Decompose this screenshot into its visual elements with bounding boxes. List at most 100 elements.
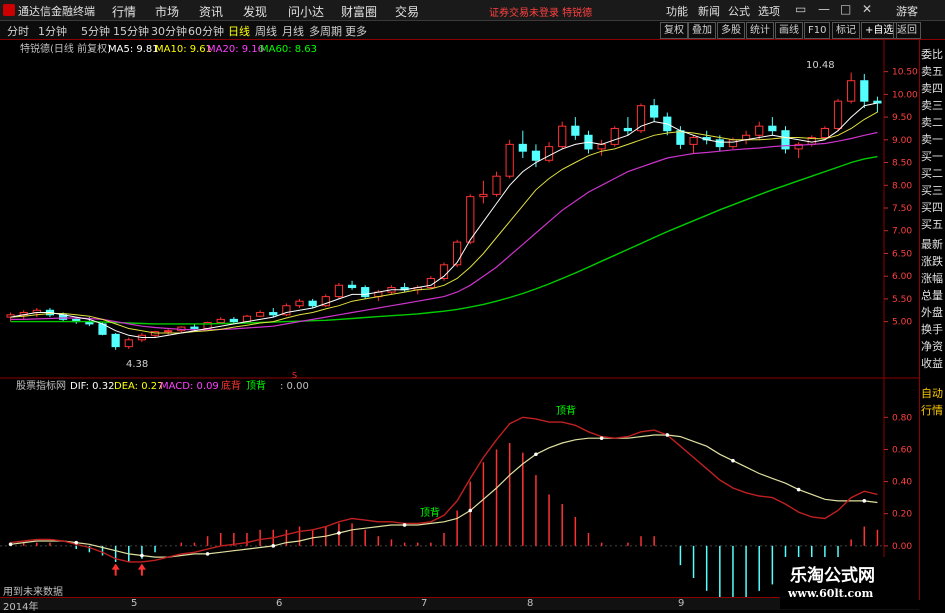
- side-change[interactable]: 涨跌: [921, 253, 945, 270]
- side-auto[interactable]: 自动: [921, 385, 945, 402]
- candle: [505, 143, 514, 177]
- candle: [544, 146, 554, 161]
- overlay-button[interactable]: 叠加: [688, 22, 716, 39]
- side-quotes[interactable]: 行情: [921, 402, 945, 419]
- candle: [216, 318, 225, 324]
- menu-quotes[interactable]: 行情: [112, 3, 136, 20]
- top-divergence-label: 顶背: [246, 379, 266, 392]
- candle: [229, 318, 238, 323]
- draw-button[interactable]: 画线: [775, 22, 803, 39]
- close-icon[interactable]: ✕: [862, 2, 872, 16]
- price-tick-label: 5.00: [892, 318, 912, 328]
- mark-button[interactable]: 标记: [832, 22, 860, 39]
- candle: [479, 193, 488, 198]
- menu-formula[interactable]: 公式: [728, 3, 750, 19]
- side-sell4[interactable]: 卖四: [921, 80, 945, 97]
- tab-intraday[interactable]: 分时: [7, 23, 29, 39]
- date-label-jul: 7: [421, 598, 428, 609]
- candle: [558, 125, 567, 148]
- tab-daily[interactable]: 日线: [228, 23, 250, 39]
- price-tick-label: 8.00: [892, 181, 912, 191]
- login-notice: 证券交易未登录 特锐德: [489, 8, 593, 19]
- stats-button[interactable]: 统计: [746, 22, 774, 39]
- stock-title: 特锐德(日线 前复权): [20, 42, 111, 55]
- watermark-url: www.60lt.com: [788, 587, 874, 600]
- side-buy4[interactable]: 买四: [921, 199, 945, 216]
- candle: [334, 284, 344, 298]
- side-buy2[interactable]: 买二: [921, 165, 945, 182]
- maximize-icon[interactable]: □: [840, 2, 851, 16]
- side-sell3[interactable]: 卖三: [921, 97, 945, 114]
- dea-dot: [140, 553, 144, 558]
- dea-dot: [665, 433, 670, 437]
- buy-arrow-icon: [137, 563, 146, 576]
- date-label-aug: 8: [527, 598, 534, 609]
- multi-stock-button[interactable]: 多股: [717, 22, 745, 39]
- tab-60min[interactable]: 60分钟: [188, 23, 224, 39]
- menu-discover[interactable]: 发现: [243, 3, 267, 20]
- dea-dot: [468, 508, 473, 513]
- future-data-note: 用到未来数据: [3, 587, 63, 598]
- tab-30min[interactable]: 30分钟: [151, 23, 187, 39]
- minimize-icon[interactable]: —: [818, 2, 830, 16]
- window-menu-icon[interactable]: ▭: [795, 2, 806, 16]
- candle: [531, 150, 541, 161]
- menu-trade[interactable]: 交易: [395, 3, 419, 20]
- date-label-may: 5: [131, 598, 138, 609]
- tab-multi-period[interactable]: 多周期: [309, 23, 342, 39]
- watermark: 乐淘公式网 www.60lt.com: [780, 557, 919, 609]
- menu-market[interactable]: 市场: [155, 3, 179, 20]
- candle: [650, 105, 659, 118]
- candle: [124, 339, 133, 348]
- side-net-assets[interactable]: 净资: [921, 338, 945, 355]
- tab-more[interactable]: 更多: [345, 23, 367, 39]
- period-toolbar: 分时 1分钟 5分钟 15分钟 30分钟 60分钟 日线 周线 月线 多周期 更…: [0, 21, 945, 40]
- tab-15min[interactable]: 15分钟: [113, 23, 149, 39]
- ma20-label: MA20: 9.16: [207, 44, 264, 55]
- side-buy3[interactable]: 买三: [921, 182, 945, 199]
- candle: [164, 330, 173, 333]
- watermark-title: 乐淘公式网: [790, 566, 875, 586]
- menu-functions[interactable]: 功能: [666, 3, 688, 19]
- side-latest[interactable]: 最新: [921, 236, 945, 253]
- side-sell2[interactable]: 卖二: [921, 114, 945, 131]
- macd-tick-label: 0.80: [892, 413, 912, 423]
- menu-newsfeed[interactable]: 新闻: [698, 3, 720, 19]
- side-sell1[interactable]: 卖一: [921, 131, 945, 148]
- side-weibi[interactable]: 委比: [921, 46, 945, 63]
- tab-weekly[interactable]: 周线: [255, 23, 277, 39]
- price-tick-label: 9.50: [892, 113, 912, 123]
- side-turnover[interactable]: 换手: [921, 321, 945, 338]
- ma10-label: MA10: 9.61: [155, 44, 212, 55]
- price-tick-label: 10.00: [892, 90, 918, 100]
- candle: [820, 127, 830, 139]
- side-earnings[interactable]: 收益: [921, 355, 945, 372]
- ma20-line: [10, 131, 878, 331]
- app-logo-icon: [3, 4, 15, 16]
- add-watchlist-button[interactable]: +自选: [861, 22, 898, 39]
- candle: [689, 137, 698, 145]
- tab-1min[interactable]: 1分钟: [38, 23, 67, 39]
- back-button[interactable]: 返回: [893, 22, 921, 39]
- stock-chart[interactable]: 特锐德(日线 前复权) MA5: 9.81 MA10: 9.61 MA20: 9…: [0, 40, 919, 597]
- dea-dot: [796, 487, 801, 492]
- guest-user[interactable]: 游客: [896, 3, 918, 19]
- f10-button[interactable]: F10: [804, 22, 831, 39]
- menu-options[interactable]: 选项: [758, 3, 780, 19]
- side-volume[interactable]: 总量: [921, 287, 945, 304]
- tab-monthly[interactable]: 月线: [282, 23, 304, 39]
- price-tick-label: 6.50: [892, 249, 912, 259]
- menu-wealth[interactable]: 财富圈: [341, 3, 377, 20]
- side-change-pct[interactable]: 涨幅: [921, 270, 945, 287]
- side-buy1[interactable]: 买一: [921, 148, 945, 165]
- candle: [873, 100, 882, 104]
- price-tick-label: 7.00: [892, 227, 912, 237]
- adjust-button[interactable]: 复权: [660, 22, 688, 39]
- tab-5min[interactable]: 5分钟: [81, 23, 110, 39]
- side-outer[interactable]: 外盘: [921, 304, 945, 321]
- side-sell5[interactable]: 卖五: [921, 63, 945, 80]
- menu-news[interactable]: 资讯: [199, 3, 223, 20]
- candle: [269, 312, 278, 316]
- side-buy5[interactable]: 买五: [921, 216, 945, 233]
- menu-ask[interactable]: 问小达: [288, 3, 324, 20]
